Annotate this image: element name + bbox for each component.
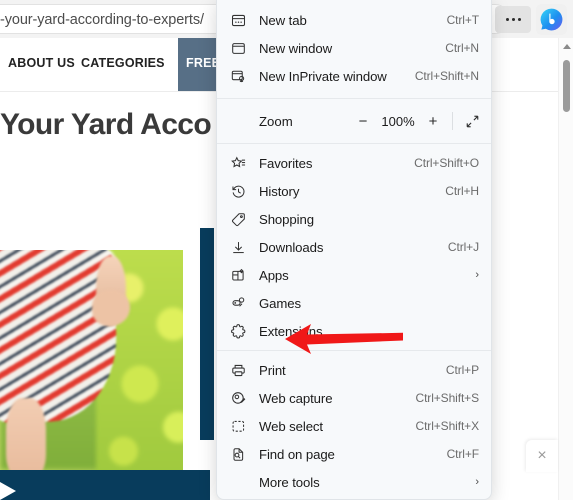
zoom-label: Zoom [259,113,293,129]
menu-item-new-inprivate-window[interactable]: New InPrivate window Ctrl+Shift+N [217,62,491,90]
zoom-in-button[interactable]: + [420,108,446,134]
new-window-icon [227,39,249,57]
inprivate-icon [227,67,249,85]
menu-item-label: Print [259,362,286,378]
menu-item-more-tools[interactable]: More tools › [217,468,491,496]
find-on-page-icon [227,445,249,463]
chevron-right-icon: › [475,269,479,281]
menu-item-new-tab[interactable]: New tab Ctrl+T [217,6,491,34]
menu-item-shortcut: Ctrl+J [447,240,479,254]
menu-item-label: New tab [259,12,307,28]
menu-item-downloads[interactable]: Downloads Ctrl+J [217,233,491,261]
page-footer-notch [0,482,16,500]
close-icon: × [537,447,547,464]
page-side-rail [200,228,214,440]
menu-item-label: Apps [259,267,289,283]
copilot-button[interactable] [536,4,567,35]
history-icon [227,182,249,200]
menu-item-web-capture[interactable]: Web capture Ctrl+Shift+S [217,384,491,412]
menu-item-shortcut: Ctrl+Shift+S [415,391,480,405]
scroll-up-arrow-icon[interactable] [563,44,571,49]
nav-link-about-us[interactable]: ABOUT US [8,56,75,70]
menu-item-favorites[interactable]: Favorites Ctrl+Shift+O [217,149,491,177]
chevron-right-icon: › [475,476,479,488]
menu-separator [217,350,491,351]
ellipsis-icon [495,6,531,33]
menu-item-web-select[interactable]: Web select Ctrl+Shift+X [217,412,491,440]
shopping-icon [227,210,249,228]
menu-item-label: Favorites [259,155,313,171]
menu-item-shortcut: Ctrl+H [445,184,479,198]
menu-item-shortcut: Ctrl+T [446,13,480,27]
favorites-icon [227,154,249,172]
fullscreen-icon [466,115,478,127]
fullscreen-button[interactable] [459,108,485,134]
menu-item-print[interactable]: Print Ctrl+P [217,356,491,384]
menu-item-label: New InPrivate window [259,68,387,84]
menu-item-shortcut: Ctrl+N [445,41,479,55]
menu-list: New tab Ctrl+T New window Ctrl+N New InP… [217,6,491,499]
page-footer-band [0,470,210,500]
menu-item-label: Games [259,295,302,311]
games-icon [227,294,249,312]
menu-item-label: History [259,183,300,199]
menu-item-find-on-page[interactable]: Find on page Ctrl+F [217,440,491,468]
menu-item-shortcut: Ctrl+Shift+X [415,419,480,433]
address-bar-url[interactable]: -your-yard-according-to-experts/ [0,12,204,28]
zoom-level-value: 100% [381,113,415,129]
menu-item-label: More tools [259,474,320,490]
menu-item-label: Find on page [259,446,335,462]
close-overlay-button[interactable]: × [526,440,558,472]
menu-item-label: New window [259,40,333,56]
menu-item-label: Extensions [259,323,323,339]
menu-item-label: Shopping [259,211,314,227]
apps-icon [227,266,249,284]
menu-item-shortcut: Ctrl+Shift+O [414,156,479,170]
web-select-icon [227,417,249,435]
nav-link-categories[interactable]: CATEGORIES [81,56,165,70]
menu-item-shortcut: Ctrl+Shift+N [414,69,479,83]
zoom-controls: − 100% + [350,108,485,134]
menu-item-shopping[interactable]: Shopping [217,205,491,233]
menu-item-shortcut: Ctrl+P [445,363,479,377]
zoom-divider [452,112,453,130]
downloads-icon [227,238,249,256]
settings-and-more-button[interactable] [495,6,531,33]
scrollbar-thumb[interactable] [563,60,570,112]
zoom-out-button[interactable]: − [350,108,376,134]
menu-item-history[interactable]: History Ctrl+H [217,177,491,205]
print-icon [227,361,249,379]
bing-copilot-icon [540,8,563,31]
zoom-control-row: Zoom − 100% + [217,104,491,138]
page-title: Your Yard Acco [0,108,212,141]
menu-item-apps[interactable]: Apps › [217,261,491,289]
new-tab-icon [227,11,249,29]
menu-item-extensions[interactable]: Extensions [217,317,491,345]
menu-item-shortcut: Ctrl+F [446,447,480,461]
menu-item-label: Web select [259,418,323,434]
menu-item-label: Downloads [259,239,324,255]
menu-item-games[interactable]: Games [217,289,491,317]
menu-separator [217,143,491,144]
hero-image [0,250,183,470]
settings-and-more-menu[interactable]: New tab Ctrl+T New window Ctrl+N New InP… [216,0,492,500]
menu-separator [217,98,491,99]
menu-item-label: Web capture [259,390,333,406]
vertical-scrollbar[interactable] [558,38,573,500]
extensions-icon [227,322,249,340]
more-tools-icon [227,473,249,491]
menu-item-new-window[interactable]: New window Ctrl+N [217,34,491,62]
web-capture-icon [227,389,249,407]
